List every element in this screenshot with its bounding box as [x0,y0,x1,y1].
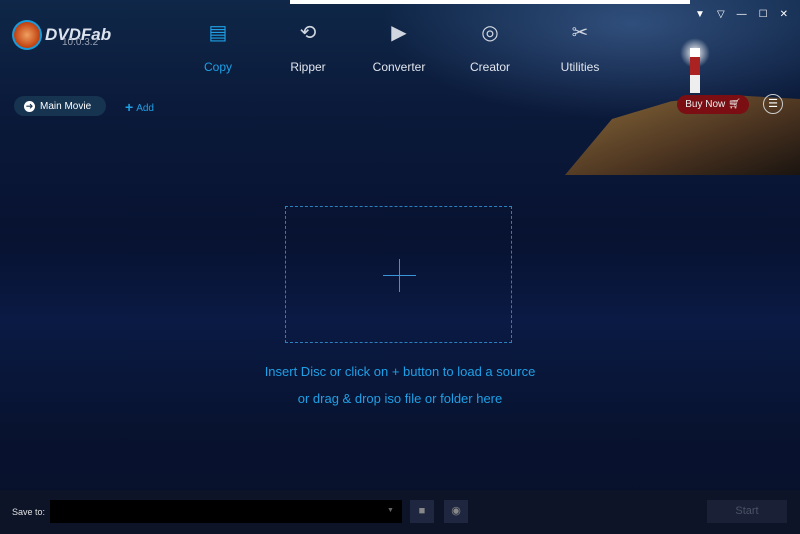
skin-icon[interactable]: ▼ [695,9,705,20]
chevron-down-icon[interactable]: ▼ [387,507,394,514]
app-version: 10.0.3.2 [62,37,98,48]
drop-zone[interactable] [285,206,512,343]
iso-button[interactable]: ◉ [444,500,468,523]
tab-utilities[interactable]: ✂ Utilities [540,20,620,74]
save-to-input[interactable] [50,500,402,523]
app-window: DVDFab 10.0.3.2 ▤ Copy ⟲ Ripper ▶ Conver… [0,0,800,534]
arrow-right-icon: ➜ [24,101,35,112]
disc-icon: ◎ [477,20,503,46]
buy-now-button[interactable]: Buy Now 🛒︎ [677,95,749,114]
tools-icon: ✂ [567,20,593,46]
tab-label: Converter [373,60,426,74]
folder-icon: ■ [419,505,426,517]
menu-icon[interactable]: ☰ [763,94,783,114]
folder-button[interactable]: ■ [410,500,434,523]
add-label: Add [136,103,154,114]
logo-icon [12,20,42,50]
drop-hint-line1: Insert Disc or click on + button to load… [0,364,800,379]
buy-now-label: Buy Now [685,99,725,110]
plus-icon-vertical [399,259,400,292]
save-to-label: Save to: [12,507,45,517]
tab-ripper[interactable]: ⟲ Ripper [268,20,348,74]
iso-disc-icon: ◉ [451,505,461,517]
tab-label: Ripper [290,60,325,74]
ripper-icon: ⟲ [295,20,321,46]
tab-label: Copy [204,60,232,74]
film-play-icon: ▶ [386,20,412,46]
cart-icon: 🛒︎ [728,99,741,110]
bottom-bar: Save to: ▼ ■ ◉ Start [0,490,800,534]
maximize-icon[interactable]: ☐ [759,9,768,20]
document-icon: ▤ [205,20,231,46]
top-strip [290,0,690,4]
minimize-icon[interactable]: — [737,9,747,20]
close-icon[interactable]: ✕ [780,9,788,20]
main-movie-label: Main Movie [40,101,91,112]
tab-copy[interactable]: ▤ Copy [178,20,258,74]
tab-creator[interactable]: ◎ Creator [450,20,530,74]
dropdown-icon[interactable]: ▽ [717,9,725,20]
lighthouse [690,48,700,93]
tab-label: Utilities [561,60,600,74]
start-button[interactable]: Start [707,500,787,523]
tab-converter[interactable]: ▶ Converter [359,20,439,74]
add-button[interactable]: +Add [125,99,154,115]
plus-icon: + [125,99,133,115]
tab-label: Creator [470,60,510,74]
main-movie-button[interactable]: ➜ Main Movie [14,96,106,116]
window-controls: ▼ ▽ — ☐ ✕ [695,9,788,20]
drop-hint-line2: or drag & drop iso file or folder here [0,391,800,406]
